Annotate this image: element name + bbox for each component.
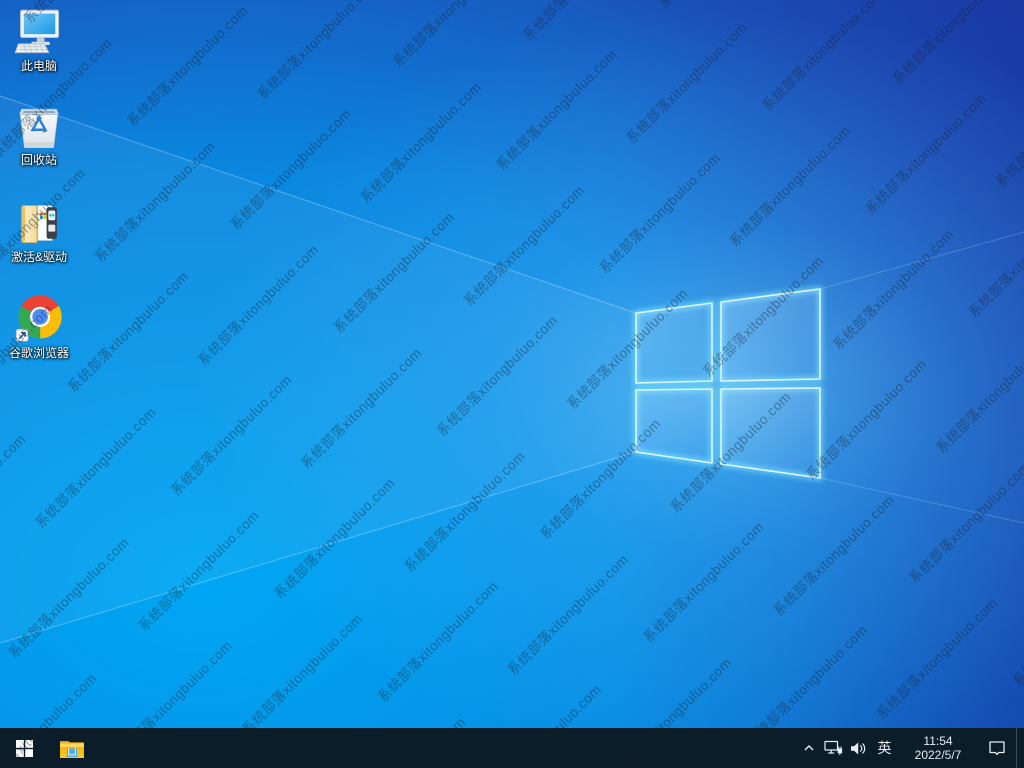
language-label: 英 <box>877 740 892 756</box>
desktop-icon-recycle-bin[interactable]: 回收站 <box>1 100 77 167</box>
icon-label-chrome: 谷歌浏览器 <box>8 346 69 360</box>
input-language-indicator[interactable]: 英 <box>871 728 898 768</box>
start-button[interactable] <box>0 728 48 768</box>
file-explorer-icon <box>60 740 84 758</box>
speaker-icon <box>850 742 865 754</box>
show-hidden-icons-button[interactable] <box>797 728 821 768</box>
icon-label-recycle-bin: 回收站 <box>20 153 57 167</box>
desktop[interactable]: 此电脑 回收站 激活&驱动 谷歌浏览器 <box>0 0 1024 728</box>
this-pc-icon <box>14 9 60 54</box>
clock[interactable]: 11:54 2022/5/7 <box>898 728 978 768</box>
system-tray: 英 11:54 2022/5/7 <box>797 728 1024 768</box>
activation-drivers-folder-icon <box>21 205 57 243</box>
recycle-bin-icon <box>18 108 60 149</box>
file-explorer-button[interactable] <box>48 728 96 768</box>
chevron-up-icon <box>804 745 814 751</box>
chrome-icon <box>15 295 62 342</box>
shortcut-arrow-badge <box>15 328 29 342</box>
wallpaper <box>0 0 1024 728</box>
desktop-icon-grid: 此电脑 回收站 激活&驱动 谷歌浏览器 <box>0 0 90 728</box>
desktop-icon-activation-drivers[interactable]: 激活&驱动 <box>1 197 77 264</box>
icon-label-this-pc: 此电脑 <box>20 59 57 73</box>
desktop-icon-chrome[interactable]: 谷歌浏览器 <box>1 293 77 360</box>
windows-start-icon <box>15 739 33 757</box>
action-center-icon <box>989 740 1005 755</box>
ethernet-network-icon <box>824 740 843 755</box>
desktop-icon-this-pc[interactable]: 此电脑 <box>1 6 77 73</box>
network-tray-button[interactable] <box>821 728 846 768</box>
tray-date: 2022/5/7 <box>914 748 962 762</box>
icon-label-activation-drivers: 激活&驱动 <box>10 250 67 264</box>
tray-time: 11:54 <box>923 734 953 748</box>
taskbar: 英 11:54 2022/5/7 <box>0 728 1024 768</box>
volume-tray-button[interactable] <box>846 728 871 768</box>
show-desktop-button[interactable] <box>1016 728 1024 768</box>
action-center-button[interactable] <box>978 728 1016 768</box>
